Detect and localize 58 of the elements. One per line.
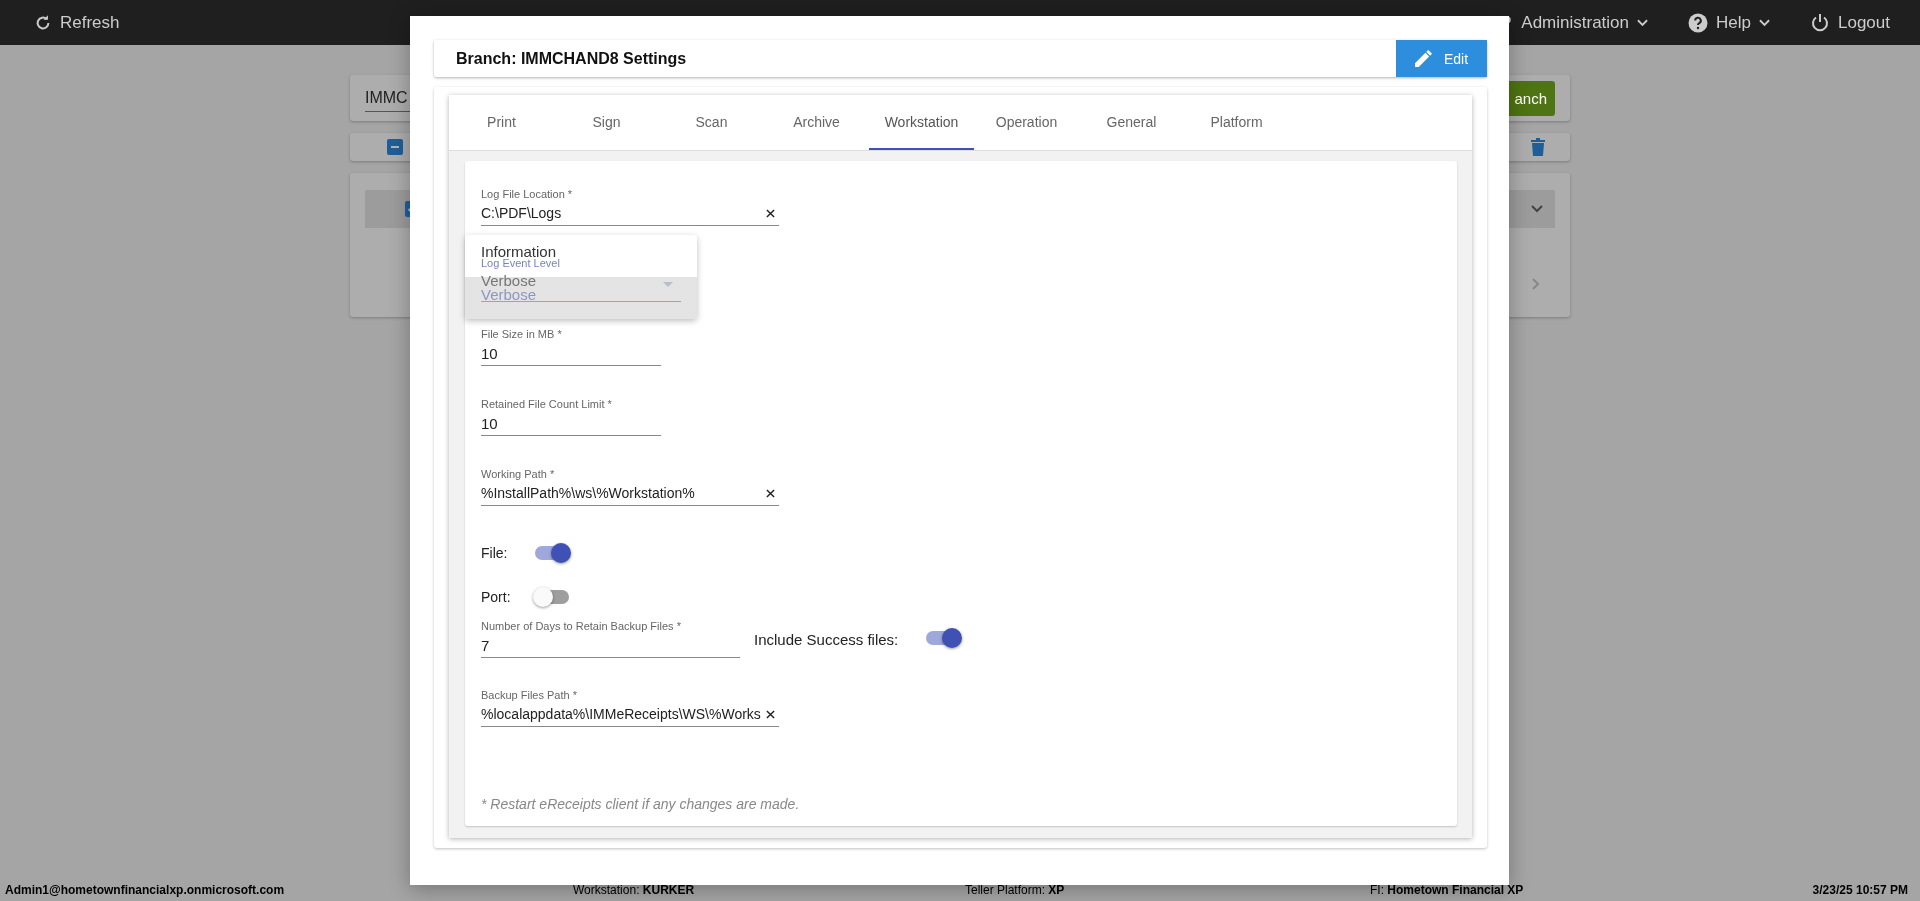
- toggle-switch[interactable]: [535, 546, 569, 560]
- clear-icon[interactable]: [766, 709, 775, 719]
- chevron-down-icon: [1637, 18, 1649, 27]
- caret-icon: [663, 282, 673, 287]
- field-value: 7: [481, 636, 490, 654]
- text-field[interactable]: Backup Files Path * %localappdata%\IMMeReceipts\WS\%Works: [481, 689, 779, 727]
- field-value: Verbose: [481, 288, 537, 301]
- date-time: 3/23/25 10:57 PM: [1812, 882, 1908, 897]
- tab[interactable]: General: [1079, 95, 1184, 150]
- field-label: Backup Files Path *: [481, 689, 578, 702]
- menu-item[interactable]: Verbose: [481, 274, 537, 288]
- field-label: Log Event Level: [481, 258, 560, 268]
- toggle-label: Include Success files:: [754, 631, 899, 648]
- text-field[interactable]: Retained File Count Limit * 10: [481, 398, 661, 436]
- tab[interactable]: Sign: [554, 95, 659, 150]
- refresh-icon: [34, 13, 52, 32]
- toggle-label: File:: [481, 545, 509, 561]
- field-label: File Size in MB *: [481, 328, 563, 341]
- field-label: Working Path *: [481, 468, 556, 481]
- chevron-down-icon[interactable]: [1531, 205, 1543, 213]
- text-field[interactable]: Number of Days to Retain Backup Files * 7: [481, 620, 740, 658]
- toggle-switch[interactable]: [535, 590, 569, 604]
- logout-button[interactable]: Logout: [1810, 12, 1890, 33]
- user-email: Admin1@hometownfinancialxp.onmicrosoft.com: [5, 882, 286, 897]
- menu-button[interactable]: Help: [1688, 12, 1770, 33]
- field-value: 10: [481, 414, 498, 432]
- field-value: 10: [481, 344, 498, 362]
- power-icon: [1810, 12, 1830, 33]
- tab[interactable]: Archive: [764, 95, 869, 150]
- institution-text: FI: Hometown Financial XP: [1370, 882, 1525, 897]
- minus-checkbox-icon[interactable]: [387, 139, 403, 155]
- tab[interactable]: Print: [449, 95, 554, 150]
- tab[interactable]: Operation: [974, 95, 1079, 150]
- text-field[interactable]: File Size in MB * 10: [481, 328, 661, 366]
- trash-icon[interactable]: [1531, 138, 1545, 156]
- chevron-down-icon: [1759, 18, 1770, 27]
- pencil-icon: [1414, 50, 1432, 67]
- refresh-button[interactable]: Refresh: [34, 12, 120, 33]
- platform-text: Teller Platform: XP: [965, 882, 1066, 897]
- clear-icon[interactable]: [766, 208, 775, 218]
- field-value: C:\PDF\Logs: [481, 205, 562, 221]
- text-field[interactable]: Log File Location * C:\PDF\Logs: [481, 188, 779, 226]
- toggle-label: Port:: [481, 589, 512, 605]
- field-value: %InstallPath%\ws\%Workstation%: [481, 485, 695, 501]
- workstation-text: Workstation: KURKER: [573, 882, 696, 897]
- field-label: Retained File Count Limit *: [481, 398, 613, 411]
- restart-note: * Restart eReceipts client if any changes are made.: [481, 796, 800, 812]
- tab[interactable]: Platform: [1184, 95, 1289, 150]
- dialog-title: Branch: IMMCHAND8 Settings: [456, 49, 687, 68]
- field-label: Number of Days to Retain Backup Files *: [481, 620, 682, 633]
- toggle-switch[interactable]: [926, 631, 961, 645]
- tab[interactable]: Scan: [659, 95, 764, 150]
- clear-icon[interactable]: [766, 488, 775, 498]
- help-icon: [1688, 12, 1709, 33]
- field-label: Log File Location *: [481, 188, 574, 201]
- text-field[interactable]: Working Path * %InstallPath%\ws\%Workstation%: [481, 468, 779, 506]
- field-value: %localappdata%\IMMeReceipts\WS\%Works: [481, 706, 761, 722]
- menu-item[interactable]: Information: [481, 245, 557, 259]
